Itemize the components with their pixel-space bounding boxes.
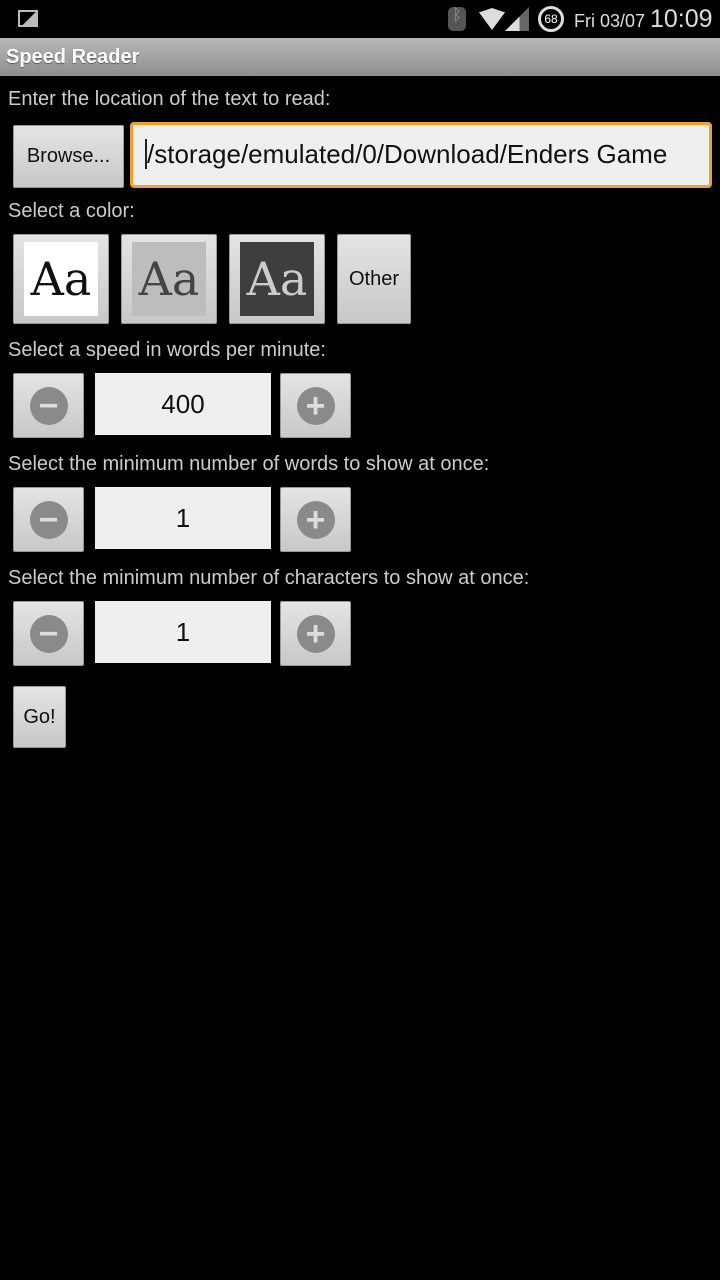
speed-input[interactable]: 400 [95, 373, 271, 435]
location-input[interactable]: /storage/emulated/0/Download/Enders Game [130, 122, 712, 188]
color-dark-button[interactable]: Aa [229, 234, 325, 324]
image-icon [18, 10, 38, 27]
status-bar: ᛒ 68 Fri 03/07 10:09 [0, 0, 720, 38]
color-gray-button[interactable]: Aa [121, 234, 217, 324]
chars-decrease-button[interactable]: − [13, 601, 84, 666]
minus-icon: − [29, 500, 68, 539]
swatch-gray: Aa [132, 242, 206, 316]
speed-decrease-button[interactable]: − [13, 373, 84, 438]
plus-icon: + [296, 614, 335, 653]
words-increase-button[interactable]: + [280, 487, 351, 552]
location-value: /storage/emulated/0/Download/Enders Game [145, 139, 668, 169]
color-other-button[interactable]: Other [337, 234, 411, 324]
browse-button[interactable]: Browse... [13, 125, 124, 188]
location-label: Enter the location of the text to read: [8, 88, 331, 110]
chars-input[interactable]: 1 [95, 601, 271, 663]
color-white-button[interactable]: Aa [13, 234, 109, 324]
swatch-dark: Aa [240, 242, 314, 316]
go-button[interactable]: Go! [13, 686, 66, 748]
signal-icon [505, 7, 529, 31]
words-label: Select the minimum number of words to sh… [8, 453, 490, 475]
words-input[interactable]: 1 [95, 487, 271, 549]
app-title: Speed Reader [0, 38, 720, 76]
plus-icon: + [296, 386, 335, 425]
plus-icon: + [296, 500, 335, 539]
chars-increase-button[interactable]: + [280, 601, 351, 666]
speed-label: Select a speed in words per minute: [8, 339, 326, 361]
bluetooth-icon: ᛒ [448, 7, 466, 31]
status-date: Fri 03/07 [574, 11, 646, 31]
wifi-icon [479, 8, 505, 30]
battery-icon: 68 [538, 6, 564, 32]
chars-label: Select the minimum number of characters … [8, 567, 530, 589]
swatch-white: Aa [24, 242, 98, 316]
minus-icon: − [29, 614, 68, 653]
color-label: Select a color: [8, 200, 135, 222]
words-decrease-button[interactable]: − [13, 487, 84, 552]
minus-icon: − [29, 386, 68, 425]
speed-increase-button[interactable]: + [280, 373, 351, 438]
status-time: 10:09 [650, 5, 713, 33]
